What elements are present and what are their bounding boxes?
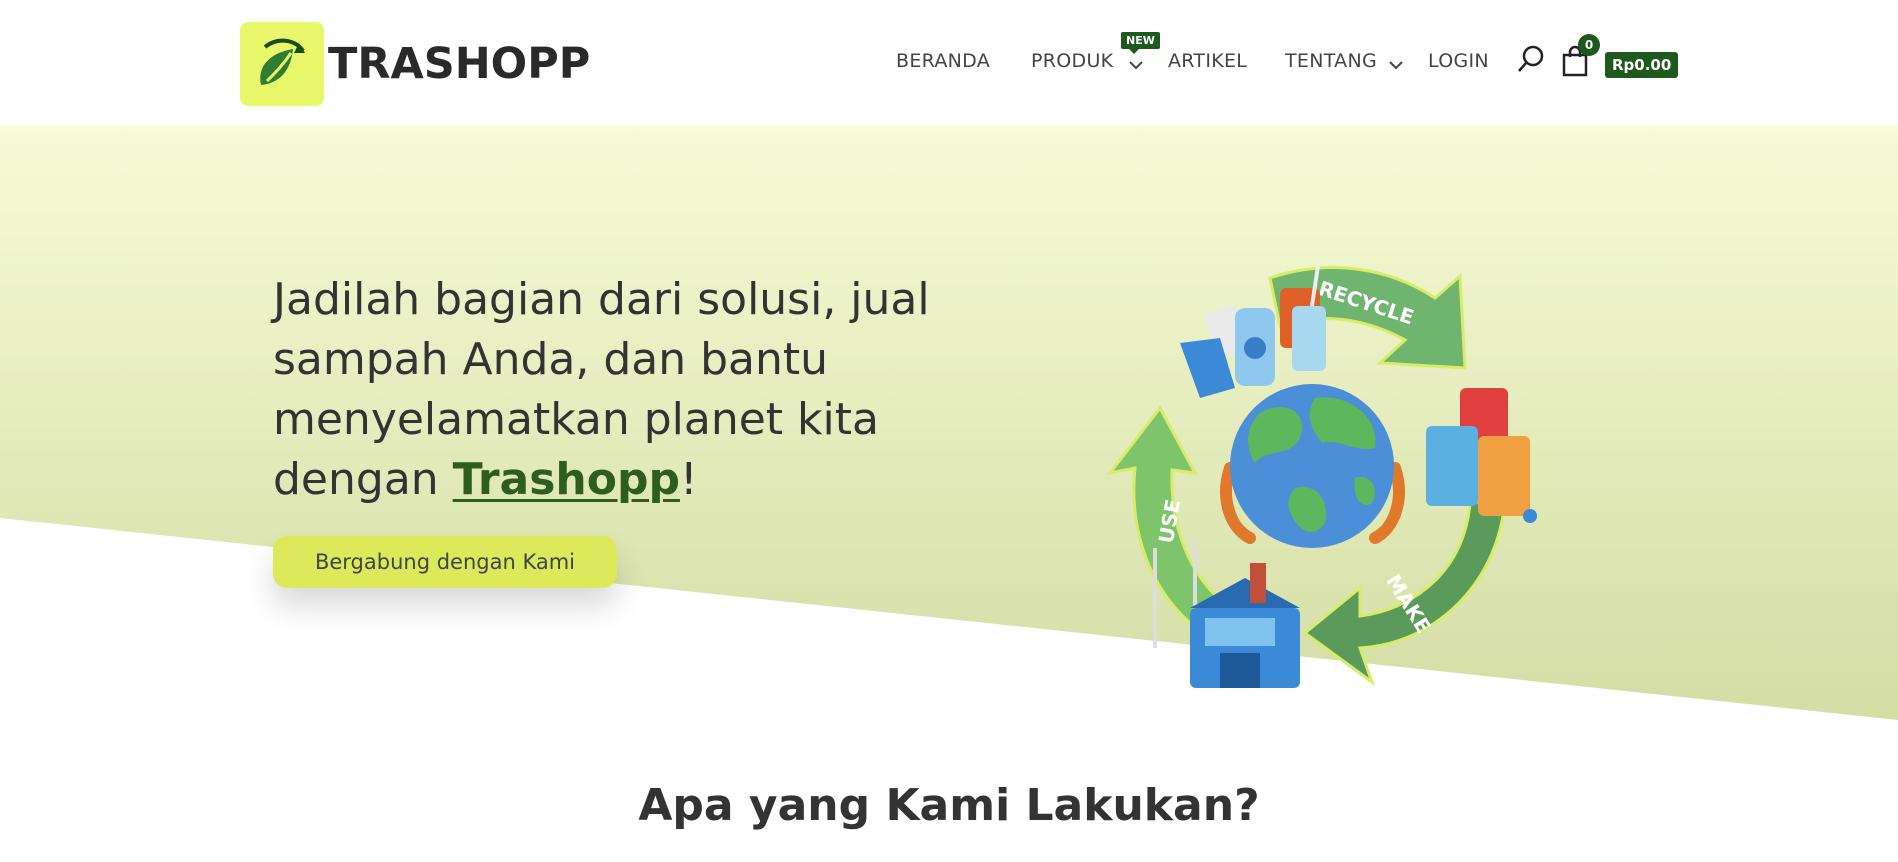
hero-line: menyelamatkan planet kita xyxy=(273,394,879,445)
logo-text: TRASHOPP xyxy=(328,39,591,89)
site-logo[interactable]: TRASHOPP xyxy=(240,22,590,106)
nav-tentang[interactable]: TENTANG xyxy=(1285,50,1377,72)
chevron-down-icon[interactable] xyxy=(1388,56,1404,75)
hero-line-prefix: dengan xyxy=(273,454,453,505)
recycling-bins-icon xyxy=(1426,388,1537,523)
search-icon[interactable] xyxy=(1516,44,1546,76)
cart-total[interactable]: Rp0.00 xyxy=(1605,52,1679,78)
join-button[interactable]: Bergabung dengan Kami xyxy=(273,536,617,588)
hero-line: Jadilah bagian dari solusi, jual xyxy=(273,274,930,325)
hero-headline: Jadilah bagian dari solusi, jual sampah … xyxy=(273,270,993,510)
earth-globe-icon xyxy=(1220,384,1405,548)
logo-leaf-icon xyxy=(240,22,324,106)
chevron-down-icon[interactable] xyxy=(1128,56,1144,75)
cart-count-badge: 0 xyxy=(1578,34,1600,56)
nav-produk[interactable]: PRODUK xyxy=(1031,50,1113,72)
new-badge: NEW xyxy=(1121,32,1160,54)
hero-line: sampah Anda, dan bantu xyxy=(273,334,829,385)
recycle-cycle-illustration: RECYCLE USE MAKE xyxy=(1106,265,1537,688)
nav-login[interactable]: LOGIN xyxy=(1428,50,1489,72)
section-title: Apa yang Kami Lakukan? xyxy=(638,780,1260,831)
brand-link[interactable]: Trashopp xyxy=(453,454,680,505)
site-header: TRASHOPP BERANDA PRODUK ARTIKEL TENTANG … xyxy=(0,0,1898,126)
nav-artikel[interactable]: ARTIKEL xyxy=(1168,50,1247,72)
nav-beranda[interactable]: BERANDA xyxy=(896,50,990,72)
hero-suffix: ! xyxy=(679,454,698,505)
hero-line: dengan Trashopp! xyxy=(273,450,993,510)
